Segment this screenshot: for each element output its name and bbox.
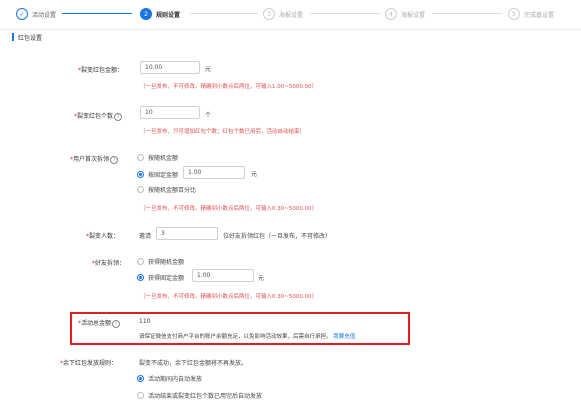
first-open-option-percent[interactable]: 按随机金额百分比 <box>137 185 196 194</box>
first-open-label: *用户首次拆领? <box>70 154 119 164</box>
step-number: 5 <box>508 8 520 20</box>
leftover-desc: 裂变不成功，余下红包金额将不再发放。 <box>139 360 248 367</box>
step-progress-bar: ✓ 活动设置 2 规则设置 3 海报设置 4 海报设置 5 完成基设置 <box>0 0 581 28</box>
count-input[interactable]: 10 <box>140 106 200 119</box>
recharge-link[interactable]: 我要充值 <box>333 334 355 340</box>
step-connector <box>62 13 132 14</box>
friend-option-fixed[interactable]: 获得固定金额 <box>137 273 184 282</box>
radio-button[interactable] <box>137 258 144 265</box>
highlight-box <box>70 312 410 345</box>
help-icon[interactable]: ? <box>112 319 121 328</box>
step-number: 3 <box>263 8 275 20</box>
divider <box>0 29 581 30</box>
amount-hint: （一旦发布，不可修改。精确到小数点后两位，可输入1.00~5000.00） <box>140 84 318 90</box>
step-label: 海报设置 <box>279 11 304 19</box>
people-label: *裂变人数： <box>86 233 120 240</box>
step-number: 2 <box>140 8 152 20</box>
count-label: *裂变红包个数? <box>74 111 123 121</box>
help-icon[interactable]: ? <box>114 112 123 121</box>
first-open-hint: （一旦发布，不可修改。精确到小数点后两位，可输入0.30~5000.00） <box>140 206 318 212</box>
activity-funds-label: *活动总金额? <box>78 318 121 328</box>
radio-button[interactable] <box>137 392 144 399</box>
leftover-option-after[interactable]: 活动结束或裂变红包个数已用完后自动发放 <box>137 391 262 400</box>
first-open-option-random[interactable]: 按随机金额 <box>137 153 178 162</box>
leftover-label: *余下红包发放规则： <box>60 360 118 367</box>
people-prefix: 邀请 <box>139 233 152 240</box>
step-connector <box>190 13 258 14</box>
friend-hint: （一旦发布，不可修改。精确到小数点后两位，可输入0.30~5000.00） <box>140 294 318 300</box>
step-4[interactable]: 4 海报设置 <box>385 6 425 22</box>
step-label: 完成基设置 <box>524 11 555 19</box>
amount-input[interactable]: 10.00 <box>140 61 200 74</box>
step-number: 4 <box>385 8 397 20</box>
leftover-option-during[interactable]: 活动期间内自动发放 <box>137 374 202 383</box>
activity-funds-value: 110 <box>139 318 151 325</box>
count-unit: 个 <box>205 112 212 119</box>
amount-label: *裂变红包金额： <box>78 67 124 74</box>
radio-button-selected[interactable] <box>137 274 144 281</box>
friend-label: *好友拆领： <box>92 260 126 267</box>
friend-option-random[interactable]: 获得随机金额 <box>137 257 184 266</box>
radio-button[interactable] <box>137 186 144 193</box>
radio-button-selected[interactable] <box>137 171 144 178</box>
people-suffix: 位好友拆领红包（一旦发布，不可修改） <box>223 233 332 240</box>
section-accent-bar <box>12 33 14 41</box>
step-label: 规则设置 <box>156 11 181 19</box>
radio-button-selected[interactable] <box>137 375 144 382</box>
friend-unit: 元 <box>258 275 265 282</box>
check-icon: ✓ <box>16 8 28 20</box>
people-input[interactable]: 3 <box>156 227 218 240</box>
step-label: 活动设置 <box>32 11 57 19</box>
section-header: 红包设置 <box>12 31 42 43</box>
step-5[interactable]: 5 完成基设置 <box>508 6 554 22</box>
help-icon[interactable]: ? <box>110 155 119 164</box>
activity-funds-note: 请保证微信支付商户平台的账户余额充足，以免影响活动效果，后需自行承担。 我要充值 <box>139 334 356 340</box>
first-open-amount-input[interactable]: 1.00 <box>183 166 245 179</box>
step-label: 海报设置 <box>401 11 426 19</box>
radio-button[interactable] <box>137 154 144 161</box>
friend-amount-input[interactable]: 1.00 <box>192 269 254 282</box>
amount-unit: 元 <box>205 66 212 73</box>
section-title: 红包设置 <box>18 34 43 42</box>
first-open-option-fixed[interactable]: 按固定金额 <box>137 170 178 179</box>
step-1[interactable]: ✓ 活动设置 <box>16 6 56 22</box>
step-connector <box>310 13 380 14</box>
step-connector <box>432 13 502 14</box>
step-2[interactable]: 2 规则设置 <box>140 6 180 22</box>
count-hint: （一旦发布，只可增加红包个数；红包个数已用完，活动自动结束） <box>140 129 306 135</box>
step-3[interactable]: 3 海报设置 <box>263 6 303 22</box>
first-open-unit: 元 <box>251 171 258 178</box>
